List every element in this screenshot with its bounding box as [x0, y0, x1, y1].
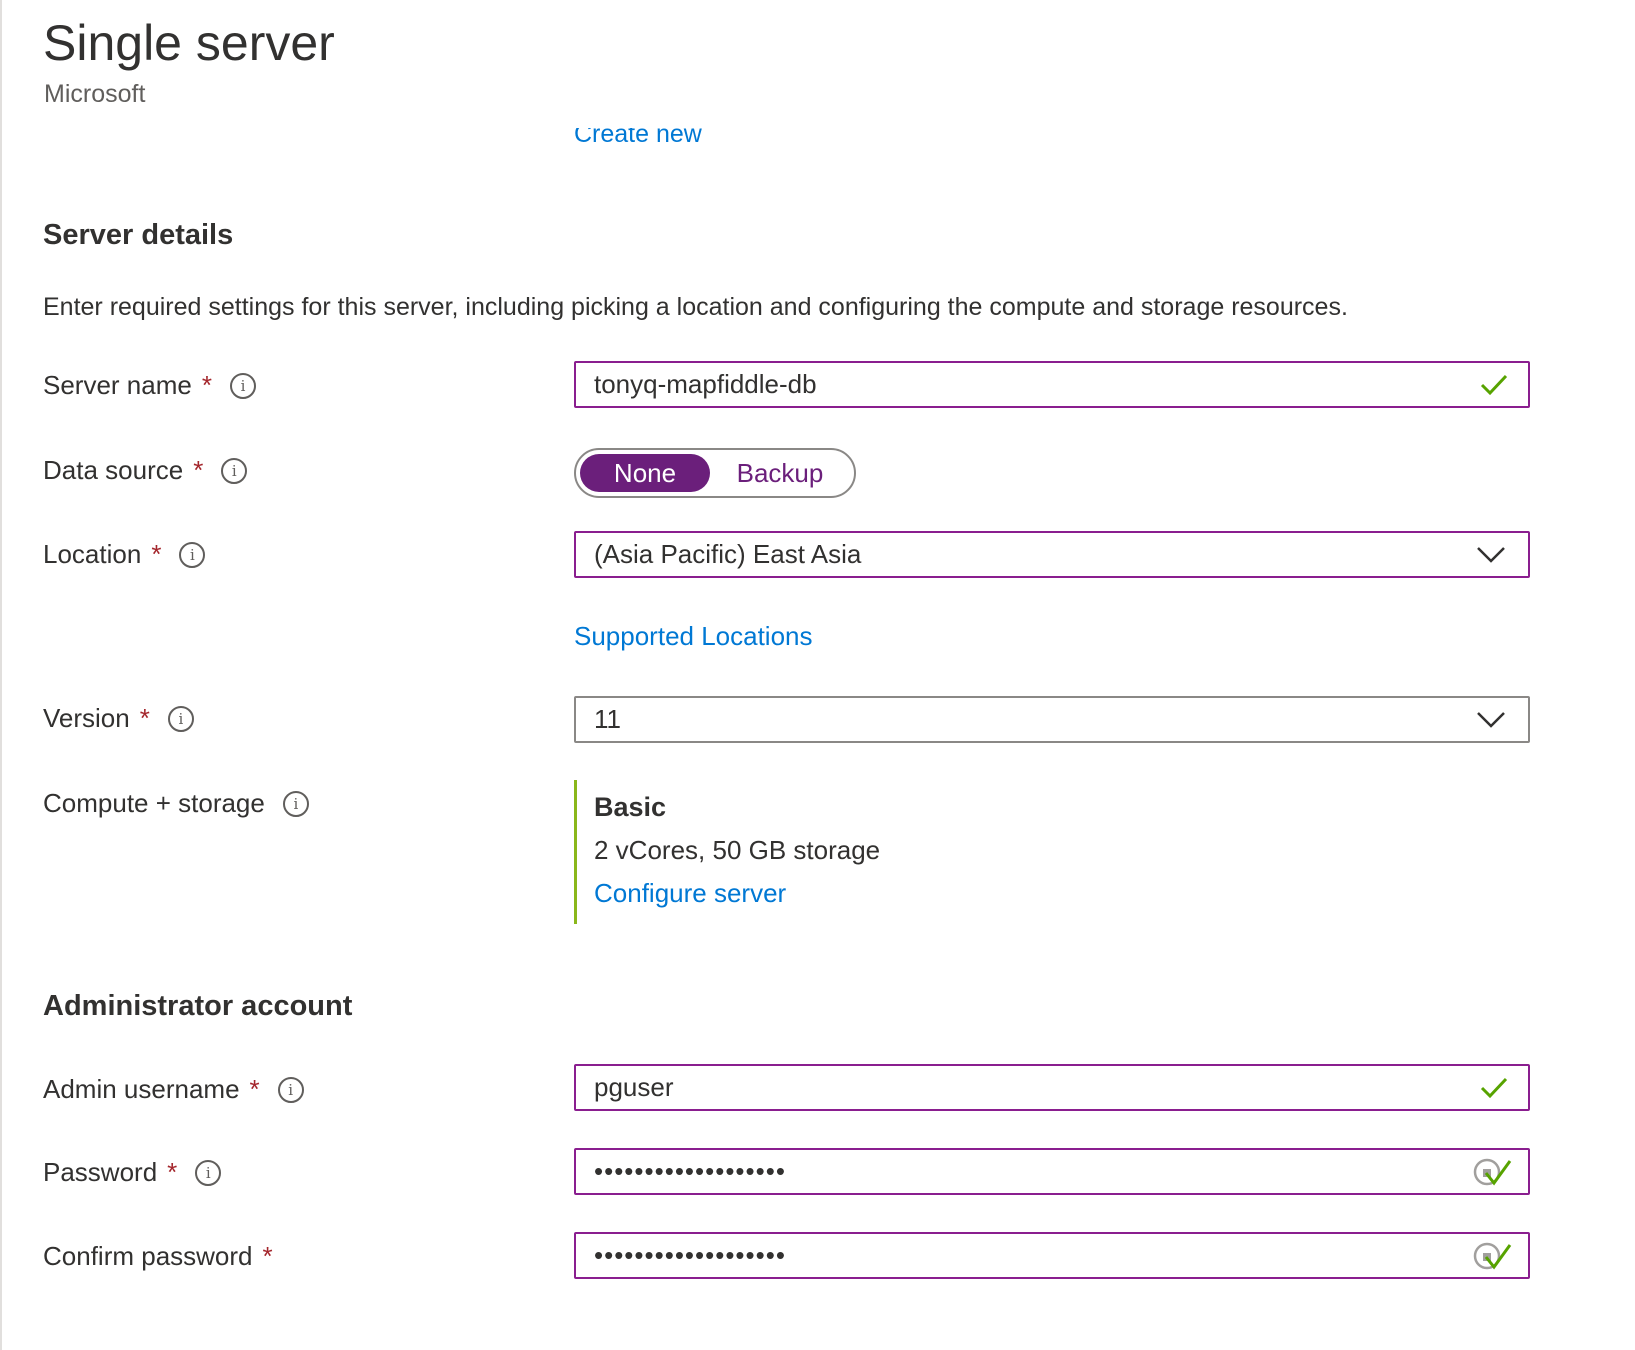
- location-dropdown[interactable]: (Asia Pacific) East Asia: [574, 531, 1530, 578]
- confirm-password-value: •••••••••••••••••••: [594, 1240, 786, 1270]
- required-marker: *: [201, 370, 212, 400]
- admin-username-label: Admin username: [43, 1074, 240, 1104]
- password-reveal-icon[interactable]: [1472, 1239, 1512, 1273]
- version-value: 11: [594, 704, 621, 734]
- admin-username-label-row: Admin username * i: [43, 1074, 304, 1105]
- info-icon[interactable]: i: [229, 372, 256, 399]
- required-marker: *: [151, 539, 162, 569]
- password-input[interactable]: •••••••••••••••••••: [574, 1148, 1530, 1195]
- info-icon[interactable]: i: [195, 1159, 222, 1186]
- server-name-label: Server name: [43, 370, 192, 400]
- confirm-password-label: Confirm password: [43, 1241, 253, 1271]
- compute-tier: Basic: [594, 792, 667, 822]
- publisher-name: Microsoft: [44, 80, 146, 108]
- admin-username-input[interactable]: pguser: [574, 1064, 1530, 1111]
- info-icon[interactable]: i: [179, 541, 206, 568]
- info-icon[interactable]: i: [167, 705, 194, 732]
- required-marker: *: [262, 1241, 273, 1271]
- server-name-input[interactable]: tonyq-mapfiddle-db: [574, 361, 1530, 408]
- location-label-row: Location * i: [43, 539, 206, 570]
- create-new-link[interactable]: Create new: [574, 128, 702, 149]
- compute-storage-label: Compute + storage: [43, 788, 265, 818]
- location-value: (Asia Pacific) East Asia: [594, 539, 862, 569]
- required-marker: *: [193, 455, 204, 485]
- info-icon[interactable]: i: [221, 457, 248, 484]
- chevron-down-icon: [1477, 711, 1505, 728]
- version-dropdown[interactable]: 11: [574, 696, 1530, 743]
- check-icon: [1480, 374, 1508, 395]
- password-reveal-icon[interactable]: [1472, 1155, 1512, 1189]
- data-source-toggle[interactable]: None Backup: [574, 448, 856, 498]
- admin-username-value: pguser: [594, 1072, 674, 1102]
- required-marker: *: [139, 703, 150, 733]
- check-icon: [1480, 1077, 1508, 1098]
- data-source-option-backup[interactable]: Backup: [710, 454, 850, 492]
- confirm-password-input[interactable]: •••••••••••••••••••: [574, 1232, 1530, 1279]
- info-icon[interactable]: i: [277, 1076, 304, 1103]
- compute-spec: 2 vCores, 50 GB storage: [594, 835, 881, 865]
- info-icon[interactable]: i: [282, 790, 309, 817]
- location-label: Location: [43, 539, 142, 569]
- data-source-label: Data source: [43, 455, 184, 485]
- supported-locations-link[interactable]: Supported Locations: [574, 621, 813, 652]
- page-title: Single server: [43, 15, 335, 71]
- server-details-heading: Server details: [43, 219, 234, 251]
- version-label-row: Version * i: [43, 703, 194, 734]
- required-marker: *: [249, 1074, 260, 1104]
- server-name-value: tonyq-mapfiddle-db: [594, 369, 817, 399]
- version-label: Version: [43, 703, 130, 733]
- chevron-down-icon: [1477, 546, 1505, 563]
- data-source-option-none[interactable]: None: [580, 454, 710, 492]
- compute-storage-summary: Basic 2 vCores, 50 GB storage Configure …: [574, 780, 880, 924]
- required-marker: *: [167, 1157, 178, 1187]
- confirm-password-label-row: Confirm password *: [43, 1241, 273, 1272]
- data-source-label-row: Data source * i: [43, 455, 248, 486]
- compute-storage-label-row: Compute + storage i: [43, 788, 309, 819]
- server-details-description: Enter required settings for this server,…: [43, 293, 1348, 321]
- left-border: [0, 0, 2, 1350]
- password-label-row: Password * i: [43, 1157, 222, 1188]
- administrator-account-heading: Administrator account: [43, 990, 353, 1022]
- configure-server-link[interactable]: Configure server: [594, 878, 880, 909]
- password-label: Password: [43, 1157, 158, 1187]
- password-value: •••••••••••••••••••: [594, 1156, 786, 1186]
- server-name-label-row: Server name * i: [43, 370, 256, 401]
